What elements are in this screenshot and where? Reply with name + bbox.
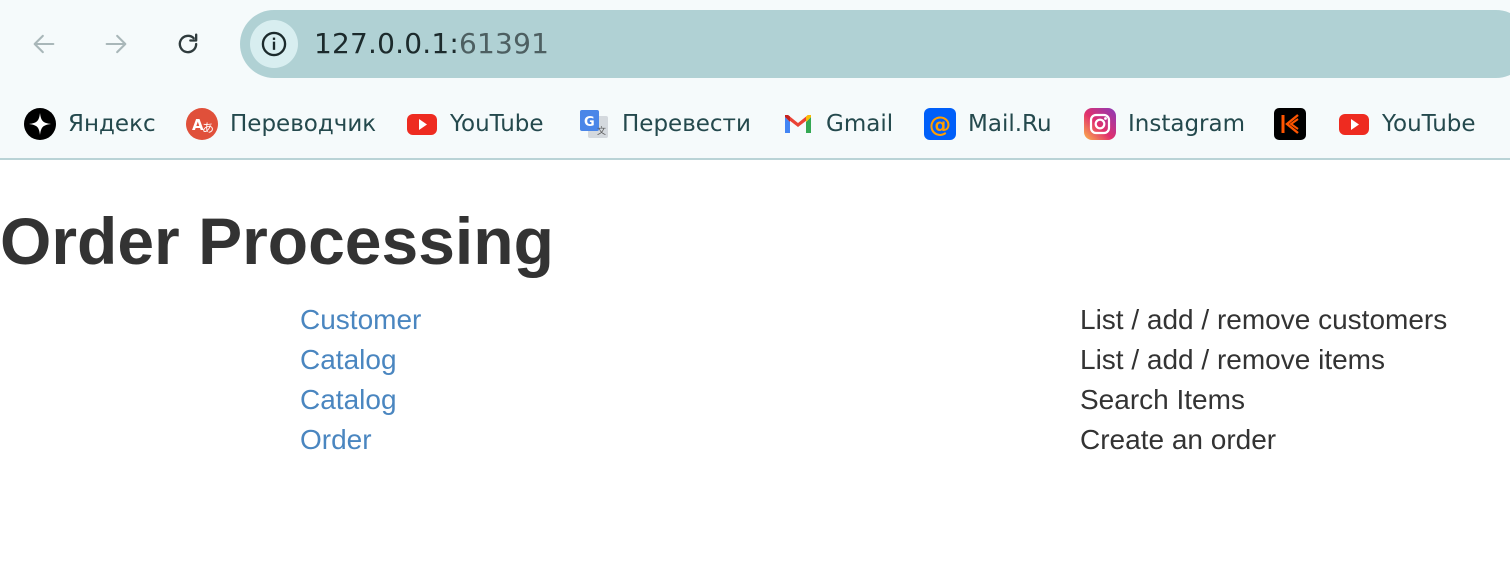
row-description: List / add / remove items <box>1080 344 1386 375</box>
arrow-right-icon <box>105 34 127 54</box>
address-bar[interactable]: 127.0.0.1:61391 <box>240 10 1510 78</box>
reload-button[interactable] <box>166 22 210 66</box>
bookmark-gmail[interactable]: Gmail <box>782 107 893 141</box>
youtube-icon <box>1338 108 1370 140</box>
navigation-table: Customer List / add / remove customers C… <box>300 300 1480 460</box>
url-text[interactable]: 127.0.0.1:61391 <box>314 27 549 61</box>
gmail-icon <box>782 108 814 140</box>
bookmark-youtube[interactable]: YouTube <box>406 107 544 141</box>
catalog-search-link[interactable]: Catalog <box>300 380 397 420</box>
bookmark-yandex[interactable]: Яндекс <box>24 107 156 141</box>
bookmark-youtube-2[interactable]: YouTube <box>1338 107 1476 141</box>
bookmark-label: Mail.Ru <box>968 111 1052 137</box>
info-icon <box>261 31 287 57</box>
bookmark-mailru[interactable]: @ Mail.Ru <box>924 107 1052 141</box>
arrow-left-icon <box>33 34 55 54</box>
back-button[interactable] <box>22 22 66 66</box>
catalog-link[interactable]: Catalog <box>300 340 397 380</box>
table-row: Catalog Search Items <box>300 380 1480 420</box>
bookmark-kinopoisk[interactable] <box>1274 107 1306 141</box>
svg-text:@: @ <box>929 113 951 138</box>
bookmark-instagram[interactable]: Instagram <box>1084 107 1245 141</box>
site-info-button[interactable] <box>250 20 298 68</box>
table-row: Customer List / add / remove customers <box>300 300 1480 340</box>
row-description: List / add / remove customers <box>1080 304 1448 335</box>
bookmark-label: Переводчик <box>230 111 377 137</box>
url-host: 127.0.0.1: <box>314 27 460 60</box>
bookmark-label: Перевести <box>622 111 751 137</box>
svg-text:G: G <box>584 115 595 130</box>
svg-text:あ: あ <box>202 121 214 135</box>
bookmark-label: Яндекс <box>68 111 156 137</box>
yandex-star-icon <box>24 108 56 140</box>
url-port: 61391 <box>459 27 550 60</box>
bookmark-label: Gmail <box>826 111 894 137</box>
table-row: Catalog List / add / remove items <box>300 340 1480 380</box>
bookmark-google-translate[interactable]: G 文 Перевести <box>578 107 751 141</box>
customer-link[interactable]: Customer <box>300 300 421 340</box>
forward-button[interactable] <box>94 22 138 66</box>
mailru-icon: @ <box>924 108 956 140</box>
row-description: Search Items <box>1080 384 1245 415</box>
svg-text:文: 文 <box>597 125 606 137</box>
bookmarks-bar: Яндекс A あ Переводчик YouTube G 文 Переве… <box>0 100 1510 148</box>
translator-icon: A あ <box>186 108 218 140</box>
bookmark-label: Instagram <box>1128 111 1246 137</box>
page-title: Order Processing <box>0 204 554 278</box>
row-description: Create an order <box>1080 424 1277 455</box>
bookmark-label: YouTube <box>450 111 544 137</box>
reload-icon <box>178 33 198 54</box>
table-row: Order Create an order <box>300 420 1480 460</box>
bookmark-translator[interactable]: A あ Переводчик <box>186 107 376 141</box>
browser-toolbar: 127.0.0.1:61391 <box>0 0 1510 88</box>
bookmark-label: YouTube <box>1382 111 1476 137</box>
order-link[interactable]: Order <box>300 420 372 460</box>
youtube-icon <box>406 108 438 140</box>
browser-chrome: 127.0.0.1:61391 Яндекс A あ Переводчик Yo… <box>0 0 1510 160</box>
kinopoisk-icon <box>1274 108 1306 140</box>
google-translate-icon: G 文 <box>578 108 610 140</box>
instagram-icon <box>1084 108 1116 140</box>
